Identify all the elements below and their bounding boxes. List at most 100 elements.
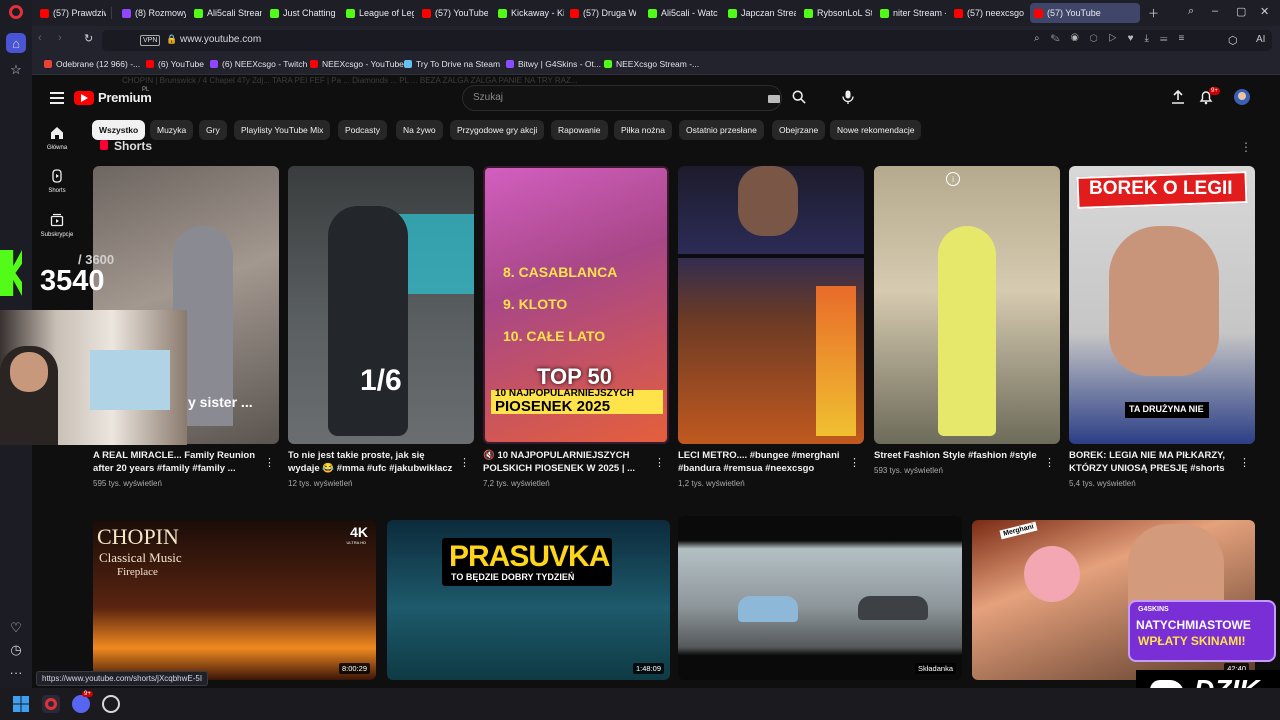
history-icon[interactable]: ◷ <box>6 640 26 660</box>
more-icon[interactable]: ··· <box>6 662 26 682</box>
youtube-logo-icon[interactable] <box>74 91 94 105</box>
short-thumbnail[interactable]: BOREK O LEGII TA DRUŻYNA NIE <box>1069 166 1255 444</box>
kebab-menu-icon[interactable]: ⋮ <box>1239 456 1250 469</box>
short-title[interactable]: Street Fashion Style #fashion #style <box>874 449 1044 462</box>
bookmark[interactable]: Try To Drive na Steam <box>404 59 500 69</box>
short-title[interactable]: 🔇 10 NAJPOPULARNIEJSZYCH POLSKICH PIOSEN… <box>483 449 653 475</box>
tab-active[interactable]: (57) YouTube <box>1030 3 1140 23</box>
tab[interactable]: Ali5cali - Watc <box>644 3 720 23</box>
url-text[interactable]: www.youtube.com <box>180 34 261 45</box>
tab[interactable]: RybsonLoL Stre <box>800 3 872 23</box>
windows-start-icon[interactable] <box>12 695 30 713</box>
upload-icon[interactable] <box>1170 89 1186 105</box>
vpn-badge[interactable]: VPN <box>140 35 161 46</box>
opera-logo-icon[interactable] <box>9 5 23 19</box>
tab[interactable]: (57) neexcsgo <box>950 3 1026 23</box>
tab[interactable]: Ali5cali Stream <box>190 3 262 23</box>
chip-all[interactable]: Wszystko <box>92 120 146 140</box>
short-thumbnail[interactable]: 8. CASABLANCA 9. KLOTO 10. CAŁE LATO TOP… <box>483 166 669 444</box>
short-title[interactable]: LECI METRO.... #bungee #merghani #bandur… <box>678 449 848 475</box>
tab[interactable]: (57) YouTube <box>418 3 488 23</box>
chip[interactable]: Na żywo <box>396 120 443 140</box>
home-icon <box>51 127 63 139</box>
search-input[interactable] <box>473 92 733 103</box>
short-title[interactable]: A REAL MIRACLE... Family Reunion after 2… <box>93 449 263 475</box>
star-icon[interactable]: ☆ <box>6 60 26 80</box>
kebab-menu-icon[interactable]: ⋮ <box>1044 456 1055 469</box>
short-views: 12 tys. wyświetleń <box>288 479 353 488</box>
bookmark[interactable]: (6) YouTube <box>146 59 204 69</box>
opera-taskbar-icon[interactable] <box>42 695 60 713</box>
chip[interactable]: Nowe rekomendacje <box>830 120 922 140</box>
kebab-menu-icon[interactable]: ⋮ <box>849 456 860 469</box>
menu-icon[interactable] <box>50 92 64 104</box>
tab[interactable]: niter Stream - <box>876 3 946 23</box>
reload-icon[interactable]: ↻ <box>84 32 93 45</box>
chip[interactable]: Gry <box>199 120 227 140</box>
tab[interactable]: League of Lege <box>342 3 414 23</box>
bookmark[interactable]: Odebrane (12 966) -... <box>44 59 140 69</box>
video-thumbnail[interactable]: CHOPIN Classical Music Fireplace 4K ULTR… <box>93 520 376 680</box>
short-thumbnail[interactable]: 1/6 <box>288 166 474 444</box>
search-box[interactable] <box>462 85 782 111</box>
short-title[interactable]: To nie jest takie proste, jak się wydaje… <box>288 449 458 475</box>
chip[interactable]: Playlisty YouTube Mix <box>234 120 331 140</box>
steam-icon <box>404 60 412 68</box>
chip[interactable]: Rapowanie <box>551 120 608 140</box>
bookmark[interactable]: NEEXcsgo - YouTube <box>310 59 404 69</box>
chip[interactable]: Piłka nożna <box>614 120 672 140</box>
tab[interactable]: Just Chatting S <box>266 3 338 23</box>
chip[interactable]: Muzyka <box>150 120 194 140</box>
nav-home[interactable]: Główna <box>32 126 82 151</box>
kebab-menu-icon[interactable]: ⋮ <box>654 456 665 469</box>
tab[interactable]: Japczan Stream <box>724 3 796 23</box>
back-icon[interactable]: ‹ <box>38 32 42 44</box>
ai-button[interactable]: AI <box>1256 34 1265 45</box>
short-caption: y sister ... <box>188 394 253 410</box>
kebab-menu-icon[interactable]: ⋮ <box>264 456 275 469</box>
tab[interactable]: (8) Rozmowy <box>118 3 186 23</box>
kebab-menu-icon[interactable]: ⋮ <box>459 456 470 469</box>
bookmark[interactable]: (6) NEEXcsgo - Twitch <box>210 59 307 69</box>
bookmark[interactable]: Bitwy | G4Skins - Ot... <box>506 59 601 69</box>
chip[interactable]: Podcasty <box>338 120 387 140</box>
nav-shorts[interactable]: Shorts <box>32 169 82 194</box>
search-tabs-icon[interactable]: ⌕ <box>1188 5 1194 18</box>
chip[interactable]: Obejrzane <box>772 120 826 140</box>
info-icon[interactable]: i <box>946 172 960 186</box>
shorts-more-icon[interactable]: ⋮ <box>1240 140 1252 154</box>
app-icon[interactable] <box>102 695 120 713</box>
maximize-icon[interactable]: ▢ <box>1236 5 1246 18</box>
extensions-icon[interactable]: ⬡ <box>1228 34 1238 47</box>
close-window-icon[interactable]: ✕ <box>1260 5 1269 18</box>
short-thumbnail[interactable] <box>678 166 864 444</box>
discord-icon[interactable] <box>72 695 90 713</box>
bookmark[interactable]: NEEXcsgo Stream -... <box>604 59 699 69</box>
video-thumbnail[interactable]: Składanka <box>678 516 962 680</box>
minimize-icon[interactable]: – <box>1212 5 1218 17</box>
tab[interactable]: (57) Druga W <box>566 3 636 23</box>
short-thumbnail[interactable]: i <box>874 166 1060 444</box>
streamer-shape <box>738 166 798 236</box>
address-tools-icons[interactable]: ⌕✎◉⬡▷♥⤓☰≡ <box>1034 33 1195 44</box>
chip[interactable]: Ostatnio przesłane <box>679 120 764 140</box>
mic-button[interactable] <box>837 86 859 108</box>
thumb-title: CHOPIN <box>97 524 179 549</box>
new-tab-icon[interactable]: ＋ <box>1148 5 1159 21</box>
keyboard-icon[interactable] <box>768 95 780 103</box>
video-thumbnail[interactable]: PRASUVKA TO BĘDZIE DOBRY TYDZIEŃ 1:48:09 <box>387 520 670 680</box>
short-views: 595 tys. wyświetleń <box>93 479 162 488</box>
chip[interactable]: Przygodowe gry akcji <box>450 120 545 140</box>
nav-subscriptions[interactable]: Subskrypcje <box>32 213 82 238</box>
home-icon[interactable]: ⌂ <box>6 33 26 53</box>
split-divider <box>678 254 864 258</box>
tab[interactable]: Kickaway - Kic <box>494 3 564 23</box>
duration-badge: 1:48:09 <box>632 663 664 674</box>
short-title[interactable]: BOREK: LEGIA NIE MA PIŁKARZY, KTÓRZY UNI… <box>1069 449 1239 475</box>
tab[interactable]: (57) Prawdziwy <box>36 3 106 23</box>
address-field[interactable]: VPN 🔒 www.youtube.com ⌕✎◉⬡▷♥⤓☰≡ <box>102 30 1272 51</box>
avatar[interactable] <box>1234 89 1250 105</box>
search-icon[interactable] <box>792 90 806 104</box>
heart-icon[interactable]: ♡ <box>6 618 26 638</box>
forward-icon[interactable]: › <box>58 32 62 44</box>
